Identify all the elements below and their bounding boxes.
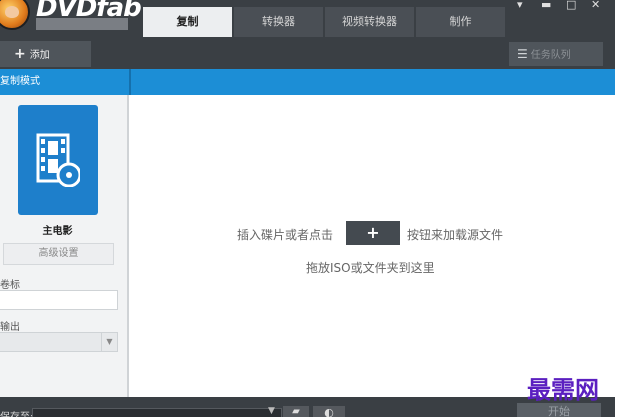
main-drop-area[interactable]: 插入碟片或者点击 + 按钮来加载源文件 拖放ISO或文件夹到这里 — [131, 95, 615, 397]
menu-chevron-icon[interactable]: ▾ — [517, 0, 523, 11]
main-movie-tile[interactable] — [18, 105, 98, 215]
advanced-settings-button[interactable]: 高级设置 — [3, 243, 114, 265]
film-disc-icon — [36, 133, 80, 187]
dvdfab-logo-icon — [0, 0, 30, 30]
brand-name: DVDfab — [36, 0, 142, 23]
iso-icon[interactable]: ◐ — [313, 406, 345, 417]
maximize-icon[interactable]: □ — [566, 0, 576, 11]
bottom-bar: 保存至: ▼ ▰ ◐ 开始 — [0, 397, 615, 417]
toolbar: + 添加 ☰ 任务队列 — [0, 37, 615, 69]
tab-converter[interactable]: 转换器 — [234, 7, 324, 37]
title-bar: DVDfab 复制 转换器 视频转换器 制作 ▾ ▬ □ ✕ — [0, 0, 615, 37]
minimize-icon[interactable]: ▬ — [541, 0, 551, 11]
output-label: 输出 — [0, 322, 20, 333]
tab-video-converter[interactable]: 视频转换器 — [325, 7, 415, 37]
tab-creator[interactable]: 制作 — [416, 7, 506, 37]
right-margin — [615, 0, 637, 417]
output-select[interactable]: ▼ — [0, 332, 118, 352]
start-button[interactable]: 开始 — [517, 403, 601, 417]
save-to-label: 保存至: — [0, 408, 33, 417]
close-icon[interactable]: ✕ — [591, 0, 600, 11]
chevron-down-icon: ▼ — [101, 333, 117, 351]
hint-drag-drop: 拖放ISO或文件夹到这里 — [306, 261, 435, 275]
save-path-dropdown-icon[interactable]: ▼ — [268, 406, 275, 416]
left-panel: 主电影 高级设置 卷标 输出 ▼ — [0, 95, 129, 397]
hint-insert-disc: 插入碟片或者点击 — [237, 228, 334, 242]
volume-label: 卷标 — [0, 280, 20, 291]
plus-icon: + — [14, 46, 26, 62]
folder-icon[interactable]: ▰ — [283, 406, 309, 417]
task-queue-label: 任务队列 — [530, 50, 571, 61]
main-movie-label: 主电影 — [42, 226, 73, 237]
volume-label-input[interactable] — [0, 290, 118, 310]
mode-bar-divider — [129, 69, 131, 95]
save-path-input[interactable] — [32, 408, 282, 417]
copy-mode-label: 复制模式 — [0, 76, 40, 87]
mode-bar: 复制模式 — [0, 69, 615, 95]
tab-copy[interactable]: 复制 — [143, 7, 233, 37]
hint-load-source: 按钮来加载源文件 — [407, 228, 504, 242]
watermark: 最需网 — [527, 375, 599, 404]
add-button[interactable]: + 添加 — [0, 41, 91, 67]
list-icon: ☰ — [517, 47, 528, 61]
add-button-label: 添加 — [29, 50, 50, 61]
load-source-button[interactable]: + — [346, 221, 400, 245]
task-queue-button[interactable]: ☰ 任务队列 — [509, 42, 603, 66]
